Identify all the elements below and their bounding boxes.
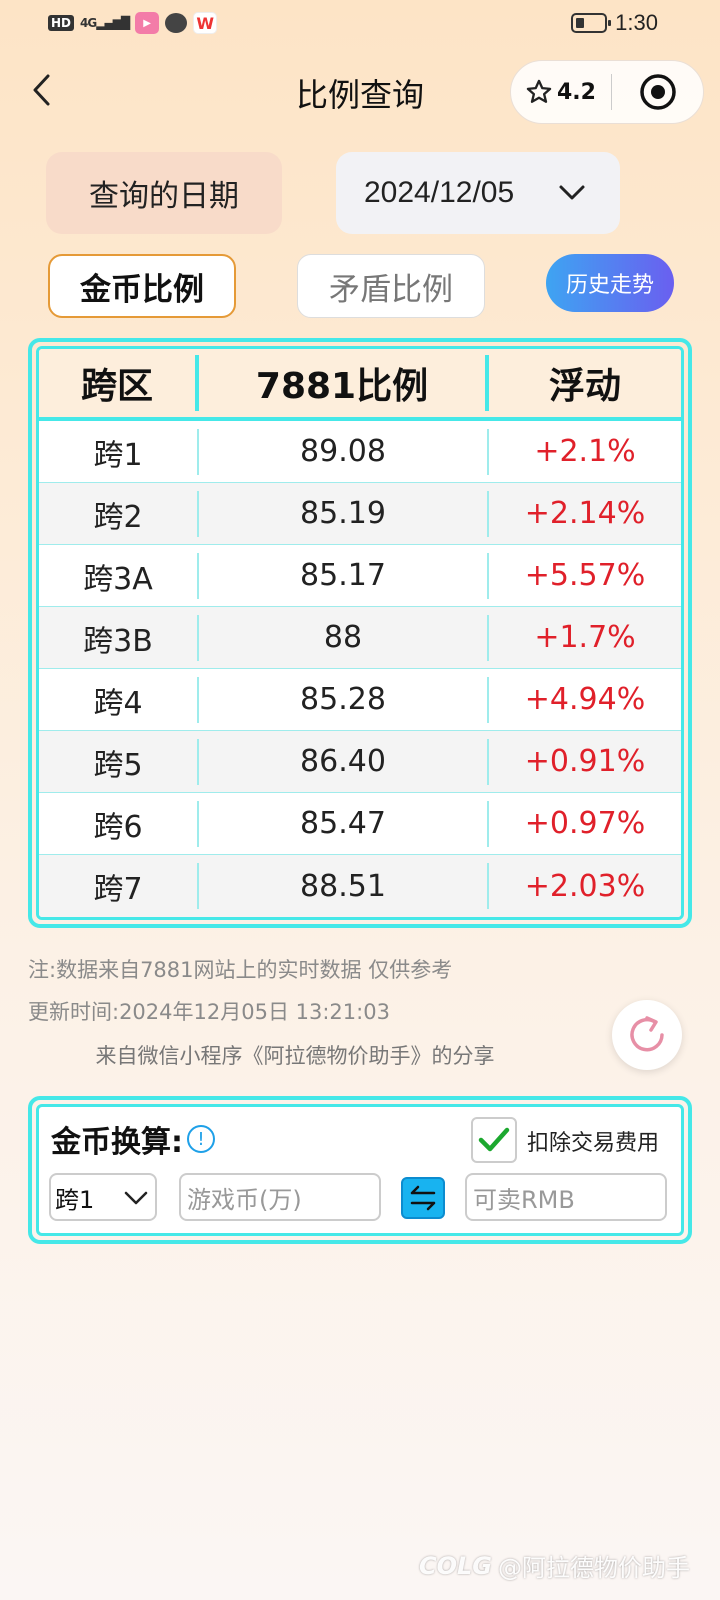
- ratio-cell: 85.28: [199, 676, 489, 723]
- change-cell: +2.1%: [534, 434, 636, 469]
- zone-cell: 跨2: [39, 490, 199, 537]
- data-source-note: 注:数据来自7881网站上的实时数据 仅供参考: [28, 958, 453, 982]
- table-row: 跨5 86.40 +0.91%: [39, 731, 681, 793]
- table-row: 跨3B 88 +1.7%: [39, 607, 681, 669]
- wps-icon: W: [193, 12, 218, 34]
- miniprogram-capsule: 4.2: [510, 60, 704, 124]
- tab-dun-ratio[interactable]: 矛盾比例: [297, 254, 485, 318]
- colg-logo: COLG: [418, 1551, 492, 1580]
- zone-cell: 跨7: [39, 863, 199, 909]
- ratio-cell: 86.40: [199, 738, 489, 785]
- table-row: 跨6 85.47 +0.97%: [39, 793, 681, 855]
- table-header: 跨区 7881比例 浮动: [39, 349, 681, 421]
- table-row: 跨2 85.19 +2.14%: [39, 483, 681, 545]
- zone-cell: 跨3B: [39, 614, 199, 661]
- zone-cell: 跨3A: [39, 552, 199, 599]
- star-icon: [526, 79, 552, 103]
- ratio-cell: 85.17: [199, 552, 489, 599]
- game-coin-input[interactable]: 游戏币(万): [179, 1173, 381, 1221]
- info-icon[interactable]: !: [187, 1125, 215, 1153]
- zone-cell: 跨5: [39, 738, 199, 785]
- table-row: 跨3A 85.17 +5.57%: [39, 545, 681, 607]
- refresh-button[interactable]: [612, 1000, 682, 1070]
- tab-gold-ratio[interactable]: 金币比例: [48, 254, 236, 318]
- close-miniprogram-button[interactable]: [612, 73, 703, 111]
- change-cell: +5.57%: [524, 558, 646, 593]
- swap-arrows-icon: [410, 1185, 436, 1211]
- status-icons-right: 1:30: [571, 10, 658, 36]
- gold-converter: 金币换算: ! 扣除交易费用 跨1 游戏币(万) 可卖RMB: [28, 1096, 692, 1244]
- chevron-down-icon: [124, 1191, 148, 1205]
- ratio-cell: 89.08: [199, 428, 489, 475]
- change-cell: +1.7%: [534, 620, 636, 655]
- ratio-cell: 88: [199, 614, 489, 661]
- date-label: 查询的日期: [46, 152, 282, 234]
- battery-icon: [571, 13, 612, 33]
- table-row: 跨4 85.28 +4.94%: [39, 669, 681, 731]
- update-time-note: 更新时间:2024年12月05日 13:21:03: [28, 1000, 390, 1024]
- zone-cell: 跨4: [39, 676, 199, 723]
- change-cell: +0.97%: [524, 806, 646, 841]
- watermark: COLG @阿拉德物价助手: [419, 1548, 690, 1583]
- deduct-fee-checkbox[interactable]: [471, 1117, 517, 1163]
- chevron-down-icon: [559, 185, 585, 200]
- share-note: 来自微信小程序《阿拉德物价助手》的分享: [95, 1044, 495, 1068]
- change-cell: +4.94%: [524, 682, 646, 717]
- ratio-cell: 85.47: [199, 800, 489, 847]
- change-cell: +0.91%: [524, 744, 646, 779]
- checkmark-icon: [478, 1127, 510, 1152]
- ratio-table-inner: 跨区 7881比例 浮动 跨1 89.08 +2.1% 跨2 85.19 +2.…: [36, 346, 684, 920]
- date-value: 2024/12/05: [364, 176, 515, 209]
- table-row: 跨1 89.08 +2.1%: [39, 421, 681, 483]
- rmb-input[interactable]: 可卖RMB: [465, 1173, 667, 1221]
- bilibili-icon: ▶: [135, 12, 160, 34]
- hd-badge: HD: [48, 15, 75, 31]
- converter-title: 金币换算: !: [51, 1117, 215, 1161]
- table-row: 跨7 88.51 +2.03%: [39, 855, 681, 917]
- deduct-fee-label: 扣除交易费用: [527, 1131, 660, 1156]
- zone-cell: 跨6: [39, 800, 199, 847]
- clock: 1:30: [615, 10, 658, 35]
- swap-button[interactable]: [401, 1177, 445, 1219]
- signal-icon: 4G▂▄▆█: [80, 16, 130, 30]
- rating-button[interactable]: 4.2: [511, 78, 611, 106]
- change-cell: +2.03%: [524, 868, 646, 904]
- gold-converter-inner: 金币换算: ! 扣除交易费用 跨1 游戏币(万) 可卖RMB: [36, 1104, 684, 1236]
- server-select[interactable]: 跨1: [49, 1173, 157, 1221]
- converter-title-text: 金币换算:: [51, 1125, 183, 1160]
- ratio-cell: 85.19: [199, 490, 489, 537]
- refresh-icon: [630, 1016, 664, 1052]
- network-type: 4G: [80, 16, 97, 30]
- ratio-table: 跨区 7881比例 浮动 跨1 89.08 +2.1% 跨2 85.19 +2.…: [28, 338, 692, 928]
- column-header-change: 浮动: [548, 366, 621, 407]
- ratio-cell: 88.51: [199, 863, 489, 909]
- rating-value: 4.2: [557, 79, 596, 105]
- history-trend-button[interactable]: 历史走势: [546, 254, 674, 312]
- column-header-ratio: 7881比例: [199, 355, 489, 411]
- header: 比例查询 4.2: [0, 56, 720, 126]
- status-bar: HD 4G▂▄▆█ ▶ W 1:30: [0, 0, 720, 50]
- zone-cell: 跨1: [39, 428, 199, 475]
- server-select-value: 跨1: [55, 1185, 95, 1214]
- column-header-zone: 跨区: [39, 355, 199, 411]
- chat-bubble-icon: [165, 13, 188, 33]
- change-cell: +2.14%: [524, 496, 646, 531]
- status-icons-left: HD 4G▂▄▆█ ▶ W: [48, 12, 218, 34]
- target-icon: [639, 74, 676, 110]
- watermark-text: @阿拉德物价助手: [498, 1554, 690, 1582]
- date-picker[interactable]: 2024/12/05: [336, 152, 620, 234]
